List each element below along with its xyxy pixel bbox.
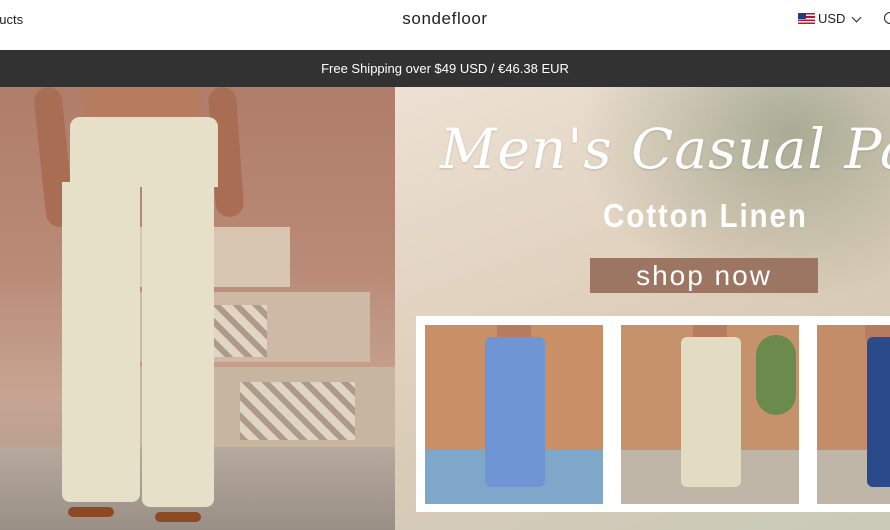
sandal <box>68 507 114 517</box>
navy-pants <box>867 337 890 487</box>
currency-label: USD <box>818 11 846 26</box>
hero-headline: Men's Casual Pa <box>440 117 890 181</box>
site-header: ducts sondefloor USD <box>0 0 890 50</box>
search-icon[interactable] <box>884 12 890 24</box>
site-logo[interactable]: sondefloor <box>0 9 890 29</box>
product-thumbnail[interactable] <box>621 325 799 504</box>
blue-pants <box>485 337 545 487</box>
pants-waist <box>70 117 218 187</box>
shop-now-button[interactable]: shop now <box>590 258 818 293</box>
pants-right-leg <box>142 182 214 507</box>
announcement-bar: Free Shipping over $49 USD / €46.38 EUR <box>0 50 890 87</box>
product-thumbnail[interactable] <box>425 325 603 504</box>
pants-left-leg <box>62 182 140 502</box>
currency-selector[interactable]: USD <box>798 11 862 26</box>
beige-pants <box>681 337 741 487</box>
decorative-tile <box>205 305 267 357</box>
hero-banner[interactable]: Men's Casual Pa Cotton Linen shop now <box>0 87 890 530</box>
sandal <box>155 512 201 522</box>
chevron-down-icon <box>852 12 862 22</box>
product-thumbnail[interactable] <box>817 325 890 504</box>
hero-subheadline: Cotton Linen <box>603 197 808 234</box>
decorative-tile <box>240 382 355 440</box>
us-flag-icon <box>798 13 815 24</box>
cactus-plant <box>756 335 796 415</box>
